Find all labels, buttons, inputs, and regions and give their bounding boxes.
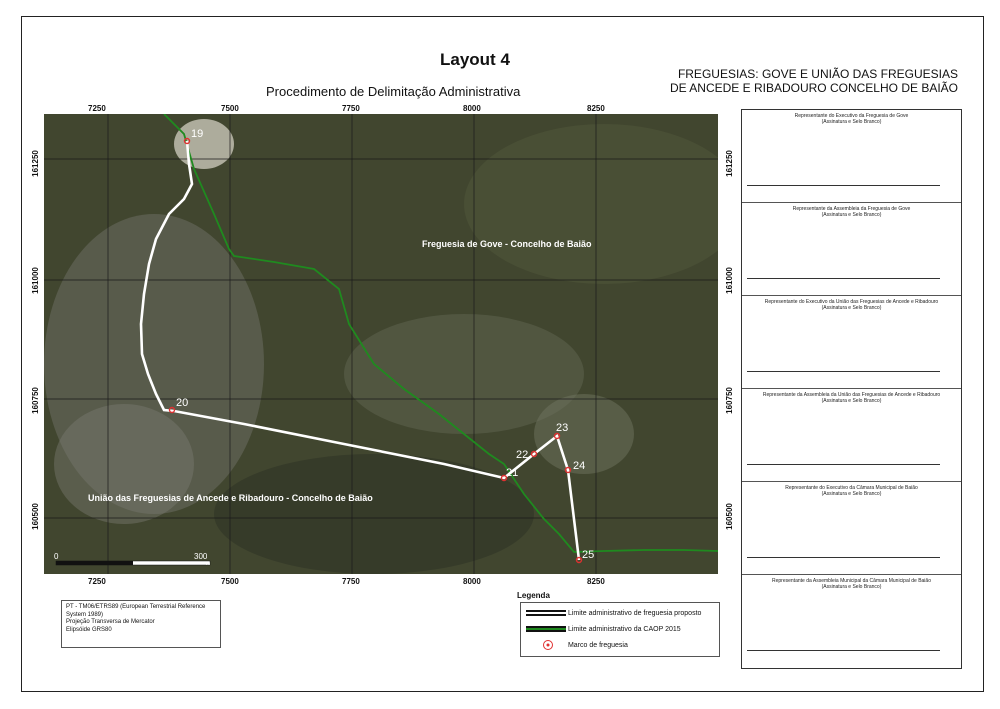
region-label-gove: Freguesia de Gove - Concelho de Baião (422, 239, 592, 249)
signature-note-2: (Assinatura e Selo Branco) (821, 212, 882, 218)
marker-label-20: 20 (176, 397, 188, 409)
signature-note-6: (Assinatura e Selo Branco) (821, 584, 882, 590)
signature-box-6: Representante da Assembleia Municipal da… (742, 575, 961, 668)
projection-line-3: Elipsóide GRS80 (66, 626, 112, 633)
x-tick-bottom-5: 8250 (587, 577, 605, 586)
signature-line-2[interactable] (747, 278, 940, 279)
legend-box: Limite administrativo de freguesia propo… (520, 602, 720, 657)
terrain-patch (54, 404, 194, 524)
scale-unit: m (206, 561, 210, 567)
y-tick-left-2: 161000 (30, 267, 40, 294)
signature-line-1[interactable] (747, 185, 940, 186)
map-subtitle: Procedimento de Delimitação Administrati… (266, 84, 521, 99)
projection-info: PT - TM06/ETRS89 (European Terrestrial R… (61, 600, 221, 648)
legend-item-caop: Limite administrativo da CAOP 2015 (567, 625, 681, 633)
parish-title: FREGUESIAS: GOVE E UNIÃO DAS FREGUESIAS … (669, 67, 958, 95)
projection-line-1: PT - TM06/ETRS89 (European Terrestrial R… (66, 604, 206, 618)
signature-label-2: Representante da Assembleia da Freguesia… (792, 206, 911, 212)
scale-start: 0 (54, 552, 59, 561)
signature-line-3[interactable] (747, 371, 940, 372)
x-tick-bottom-4: 8000 (463, 577, 481, 586)
marker-label-23: 23 (556, 422, 568, 434)
marker-label-19: 19 (191, 128, 203, 140)
x-tick-bottom-1: 7250 (88, 577, 106, 586)
x-tick-top-5: 8250 (587, 104, 605, 113)
legend-item-marker: Marco de freguesia (567, 641, 628, 649)
scale-end: 300 (194, 552, 208, 561)
region-label-ancede: União das Freguesias de Ancede e Ribadou… (88, 493, 373, 503)
quarry-patch (174, 119, 234, 169)
signature-box-5: Representante do Executivo da Câmara Mun… (742, 482, 961, 575)
signature-note-4: (Assinatura e Selo Branco) (821, 398, 882, 404)
signature-label-1: Representante do Executivo da Freguesia … (794, 113, 909, 119)
orthophoto-map[interactable]: 19 20 21 22 23 24 25 Freguesia de Gove -… (44, 114, 718, 574)
x-tick-top-3: 7750 (342, 104, 360, 113)
signature-label-4: Representante da Assembleia da União das… (762, 392, 941, 398)
y-tick-right-2: 161000 (724, 267, 734, 294)
x-tick-bottom-3: 7750 (342, 577, 360, 586)
signature-note-3: (Assinatura e Selo Branco) (821, 305, 882, 311)
x-tick-top-1: 7250 (88, 104, 106, 113)
x-tick-top-2: 7500 (221, 104, 239, 113)
x-tick-bottom-2: 7500 (221, 577, 239, 586)
signature-label-5: Representante do Executivo da Câmara Mun… (785, 485, 918, 491)
caop-line-swatch (526, 626, 566, 632)
signature-line-5[interactable] (747, 557, 940, 558)
y-tick-right-1: 161250 (724, 150, 734, 177)
x-tick-top-4: 8000 (463, 104, 481, 113)
signature-note-1: (Assinatura e Selo Branco) (821, 119, 882, 125)
signature-box-3: Representante do Executivo da União das … (742, 296, 961, 389)
signature-line-4[interactable] (747, 464, 940, 465)
terrain-patch (214, 454, 534, 574)
signature-label-6: Representante da Assembleia Municipal da… (772, 578, 931, 584)
marker-swatch-icon (543, 640, 553, 650)
legend-item-proposed: Limite administrativo de freguesia propo… (567, 609, 702, 617)
signature-panel: Representante do Executivo da Freguesia … (741, 109, 962, 669)
signature-box-2: Representante da Assembleia da Freguesia… (742, 203, 961, 296)
signature-box-4: Representante da Assembleia da União das… (742, 389, 961, 482)
signature-box-1: Representante do Executivo da Freguesia … (742, 110, 961, 203)
y-tick-left-1: 161250 (30, 150, 40, 177)
marker-label-24: 24 (573, 460, 585, 472)
y-tick-right-4: 160500 (724, 503, 734, 530)
y-tick-left-3: 160750 (30, 387, 40, 414)
projection-line-2: Projeção Transversa de Mercator (66, 619, 155, 625)
y-tick-right-3: 160750 (724, 387, 734, 414)
marker-label-21: 21 (506, 467, 518, 479)
signature-line-6[interactable] (747, 650, 940, 651)
marker-label-25: 25 (582, 549, 594, 561)
legend-title: Legenda (517, 591, 550, 600)
marker-label-22: 22 (516, 449, 528, 461)
y-tick-left-4: 160500 (30, 503, 40, 530)
signature-note-5: (Assinatura e Selo Branco) (821, 491, 882, 497)
proposed-line-swatch (526, 610, 566, 616)
signature-label-3: Representante do Executivo da União das … (764, 299, 939, 305)
layout-title: Layout 4 (440, 50, 510, 69)
